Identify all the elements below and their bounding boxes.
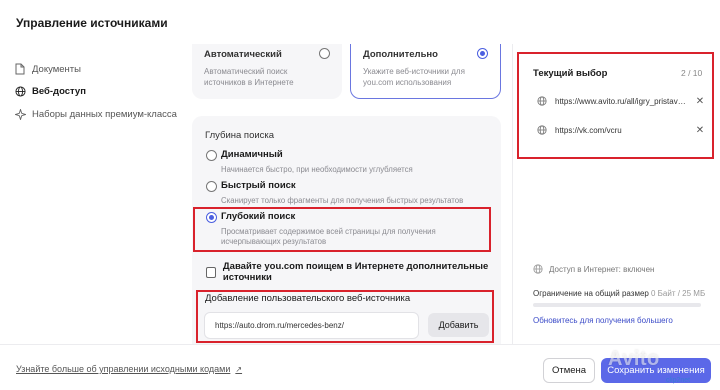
depth-option-title: Глубокий поиск [221,211,296,222]
size-limit-progress [533,303,701,307]
dialog-footer: Узнайте больше об управлении исходными к… [0,344,720,390]
mode-automatic-card[interactable]: Автоматический Автоматический поиск исто… [192,44,342,99]
custom-source-input[interactable] [204,312,419,339]
search-depth-title: Глубина поиска [205,130,275,141]
selected-url-text: https://vk.com/vcru [555,125,622,135]
extra-sources-checkbox[interactable] [206,266,216,278]
selection-title: Текущий выбор [533,68,608,79]
save-button[interactable]: Сохранить изменения [601,358,711,383]
size-limit-label: Ограничение на общий размер [533,289,649,298]
mode-additional-description: Укажите веб-источники для you.com исполь… [363,67,465,87]
mode-additional-card[interactable]: Дополнительно Укажите веб-источники для … [350,44,501,99]
globe-icon [14,85,26,97]
document-icon [14,63,26,75]
dialog-title: Управление источниками [16,16,168,30]
dialog-header: Управление источниками [0,0,720,44]
depth-option-title: Быстрый поиск [221,180,296,191]
depth-option-deep[interactable]: Глубокий поиск Просматривает содержимое … [204,211,494,247]
depth-option-description: Сканирует только фрагменты для получения… [221,196,464,205]
selected-url-row: https://www.avito.ru/all/igry_pristavki_… [537,92,705,110]
add-source-button[interactable]: Добавить [428,313,489,337]
mode-automatic-title: Автоматический [204,49,282,60]
selected-url-text: https://www.avito.ru/all/igry_pristavki_… [555,96,689,106]
remove-url-icon[interactable]: ✕ [695,125,705,136]
mode-automatic-description: Автоматический поиск источников в Интерн… [204,67,294,87]
mode-automatic-radio[interactable] [319,48,330,59]
sidebar-item-label: Веб-доступ [32,85,86,97]
sparkle-icon [14,108,26,120]
selected-url-row: https://vk.com/vcru ✕ [537,121,705,139]
depth-option-description: Просматривает содержимое всей страницы д… [221,227,436,246]
globe-icon [537,96,547,106]
depth-quick-radio[interactable] [206,181,217,192]
extra-sources-row[interactable]: Давайте you.com поищем в Интернете допол… [206,261,501,283]
depth-option-quick[interactable]: Быстрый поиск Сканирует только фрагменты… [204,180,494,206]
sidebar-item-web-access[interactable]: Веб-доступ [14,82,86,100]
remove-url-icon[interactable]: ✕ [695,96,705,107]
selection-panel: Текущий выбор 2 / 10 https://www.avito.r… [512,44,720,344]
cancel-button[interactable]: Отмена [543,358,595,383]
sidebar-item-documents[interactable]: Документы [14,60,81,78]
depth-option-description: Начинается быстро, при необходимости угл… [221,165,413,174]
learn-more-text: Узнайте больше об управлении исходными к… [16,364,231,374]
search-depth-section: Глубина поиска Динамичный Начинается быс… [192,116,501,344]
sidebar: Документы Веб-доступ Наборы данных преми… [0,44,182,344]
sidebar-item-label: Наборы данных премиум-класса [32,108,177,120]
learn-more-link[interactable]: Узнайте больше об управлении исходными к… [16,364,242,374]
depth-dynamic-radio[interactable] [206,150,217,161]
depth-option-title: Динамичный [221,149,283,160]
mode-additional-title: Дополнительно [363,49,438,60]
globe-icon [537,125,547,135]
depth-option-dynamic[interactable]: Динамичный Начинается быстро, при необхо… [204,149,494,175]
upgrade-link[interactable]: Обновитесь для получения большего [533,316,673,325]
internet-access-status: Доступ в Интернет: включен [533,264,654,274]
mode-additional-radio[interactable] [477,48,488,59]
extra-sources-label: Давайте you.com поищем в Интернете допол… [222,261,489,283]
depth-deep-radio[interactable] [206,212,217,223]
sidebar-item-premium-datasets[interactable]: Наборы данных премиум-класса [14,105,177,123]
selection-count: 2 / 10 [681,68,703,78]
internet-access-text: Доступ в Интернет: включен [549,264,655,274]
main-panel: Автоматический Автоматический поиск исто… [182,44,512,344]
custom-source-title: Добавление пользовательского веб-источни… [205,293,411,304]
size-limit-value: 0 Байт / 25 МБ [651,289,706,298]
globe-icon [533,264,543,274]
sidebar-item-label: Документы [32,63,81,75]
external-link-icon: ↗ [235,364,243,374]
